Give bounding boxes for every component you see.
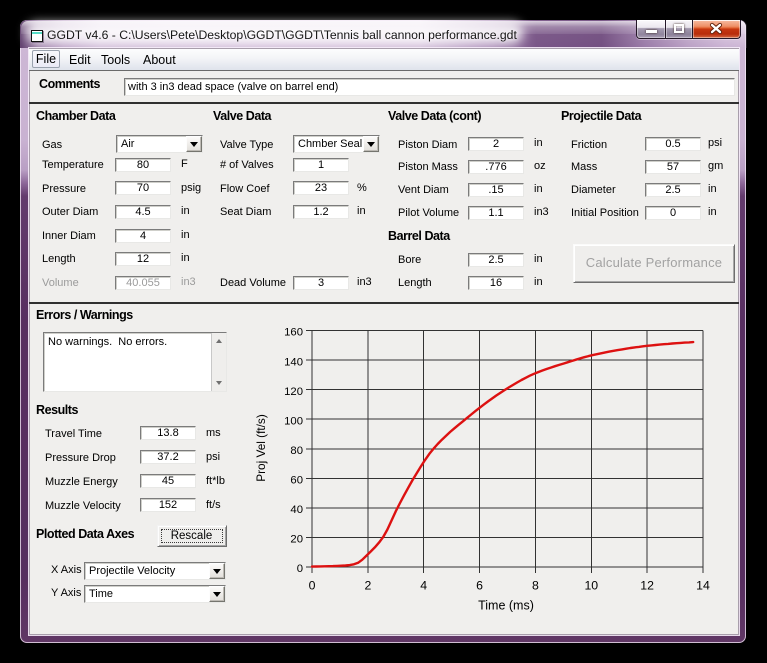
- svg-text:0: 0: [309, 579, 316, 593]
- svg-text:4: 4: [420, 579, 427, 593]
- svg-text:120: 120: [284, 386, 303, 398]
- svg-text:140: 140: [284, 356, 303, 368]
- svg-text:Proj Vel (ft/s): Proj Vel (ft/s): [254, 414, 268, 482]
- svg-text:160: 160: [284, 327, 303, 339]
- svg-text:80: 80: [290, 445, 303, 457]
- svg-text:100: 100: [284, 415, 303, 427]
- svg-text:2: 2: [364, 579, 371, 593]
- svg-text:6: 6: [476, 579, 483, 593]
- svg-text:Time (ms): Time (ms): [478, 599, 534, 613]
- svg-text:20: 20: [290, 534, 303, 546]
- svg-text:40: 40: [290, 504, 303, 516]
- svg-text:0: 0: [297, 563, 303, 575]
- svg-text:60: 60: [290, 475, 303, 487]
- svg-text:12: 12: [640, 579, 654, 593]
- svg-text:8: 8: [532, 579, 539, 593]
- svg-text:10: 10: [584, 579, 598, 593]
- svg-text:14: 14: [696, 579, 710, 593]
